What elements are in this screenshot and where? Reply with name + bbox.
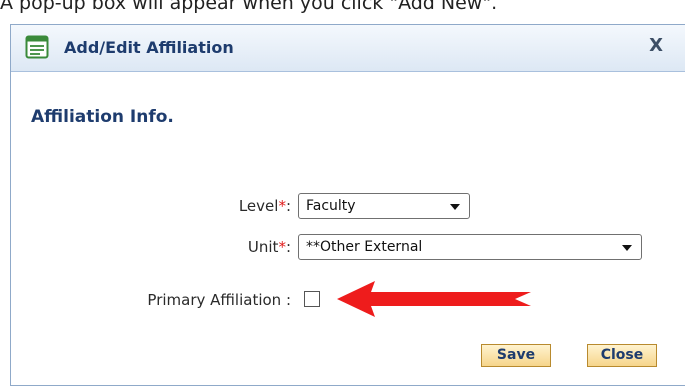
dialog-titlebar: Add/Edit Affiliation X (11, 25, 685, 72)
level-label-text: Level (238, 197, 279, 215)
dialog-title: Add/Edit Affiliation (64, 38, 234, 57)
unit-label-text: Unit (247, 238, 279, 256)
chevron-down-icon (622, 245, 632, 251)
red-arrow-icon (337, 281, 531, 317)
section-title: Affiliation Info. (31, 107, 174, 127)
chevron-down-icon (450, 204, 460, 210)
primary-affiliation-label: Primary Affiliation : (147, 291, 291, 309)
unit-label-colon: : (285, 238, 291, 256)
level-select-value: Faculty (306, 198, 356, 214)
unit-label: Unit*: (31, 238, 291, 256)
level-label: Level*: (31, 197, 291, 215)
level-select[interactable]: Faculty (298, 193, 470, 219)
instruction-caption: A pop-up box will appear when you click … (0, 0, 498, 14)
primary-affiliation-checkbox[interactable] (304, 291, 320, 307)
form-icon (25, 35, 49, 59)
unit-required-mark: * (278, 238, 286, 256)
close-icon[interactable]: X (649, 35, 663, 56)
save-button[interactable]: Save (481, 344, 551, 367)
add-edit-affiliation-dialog: Add/Edit Affiliation X Affiliation Info.… (10, 24, 685, 386)
unit-select[interactable]: **Other External (298, 234, 642, 260)
close-button[interactable]: Close (587, 344, 657, 367)
level-required-mark: * (278, 197, 286, 215)
level-label-colon: : (285, 197, 291, 215)
unit-select-value: **Other External (306, 239, 423, 255)
